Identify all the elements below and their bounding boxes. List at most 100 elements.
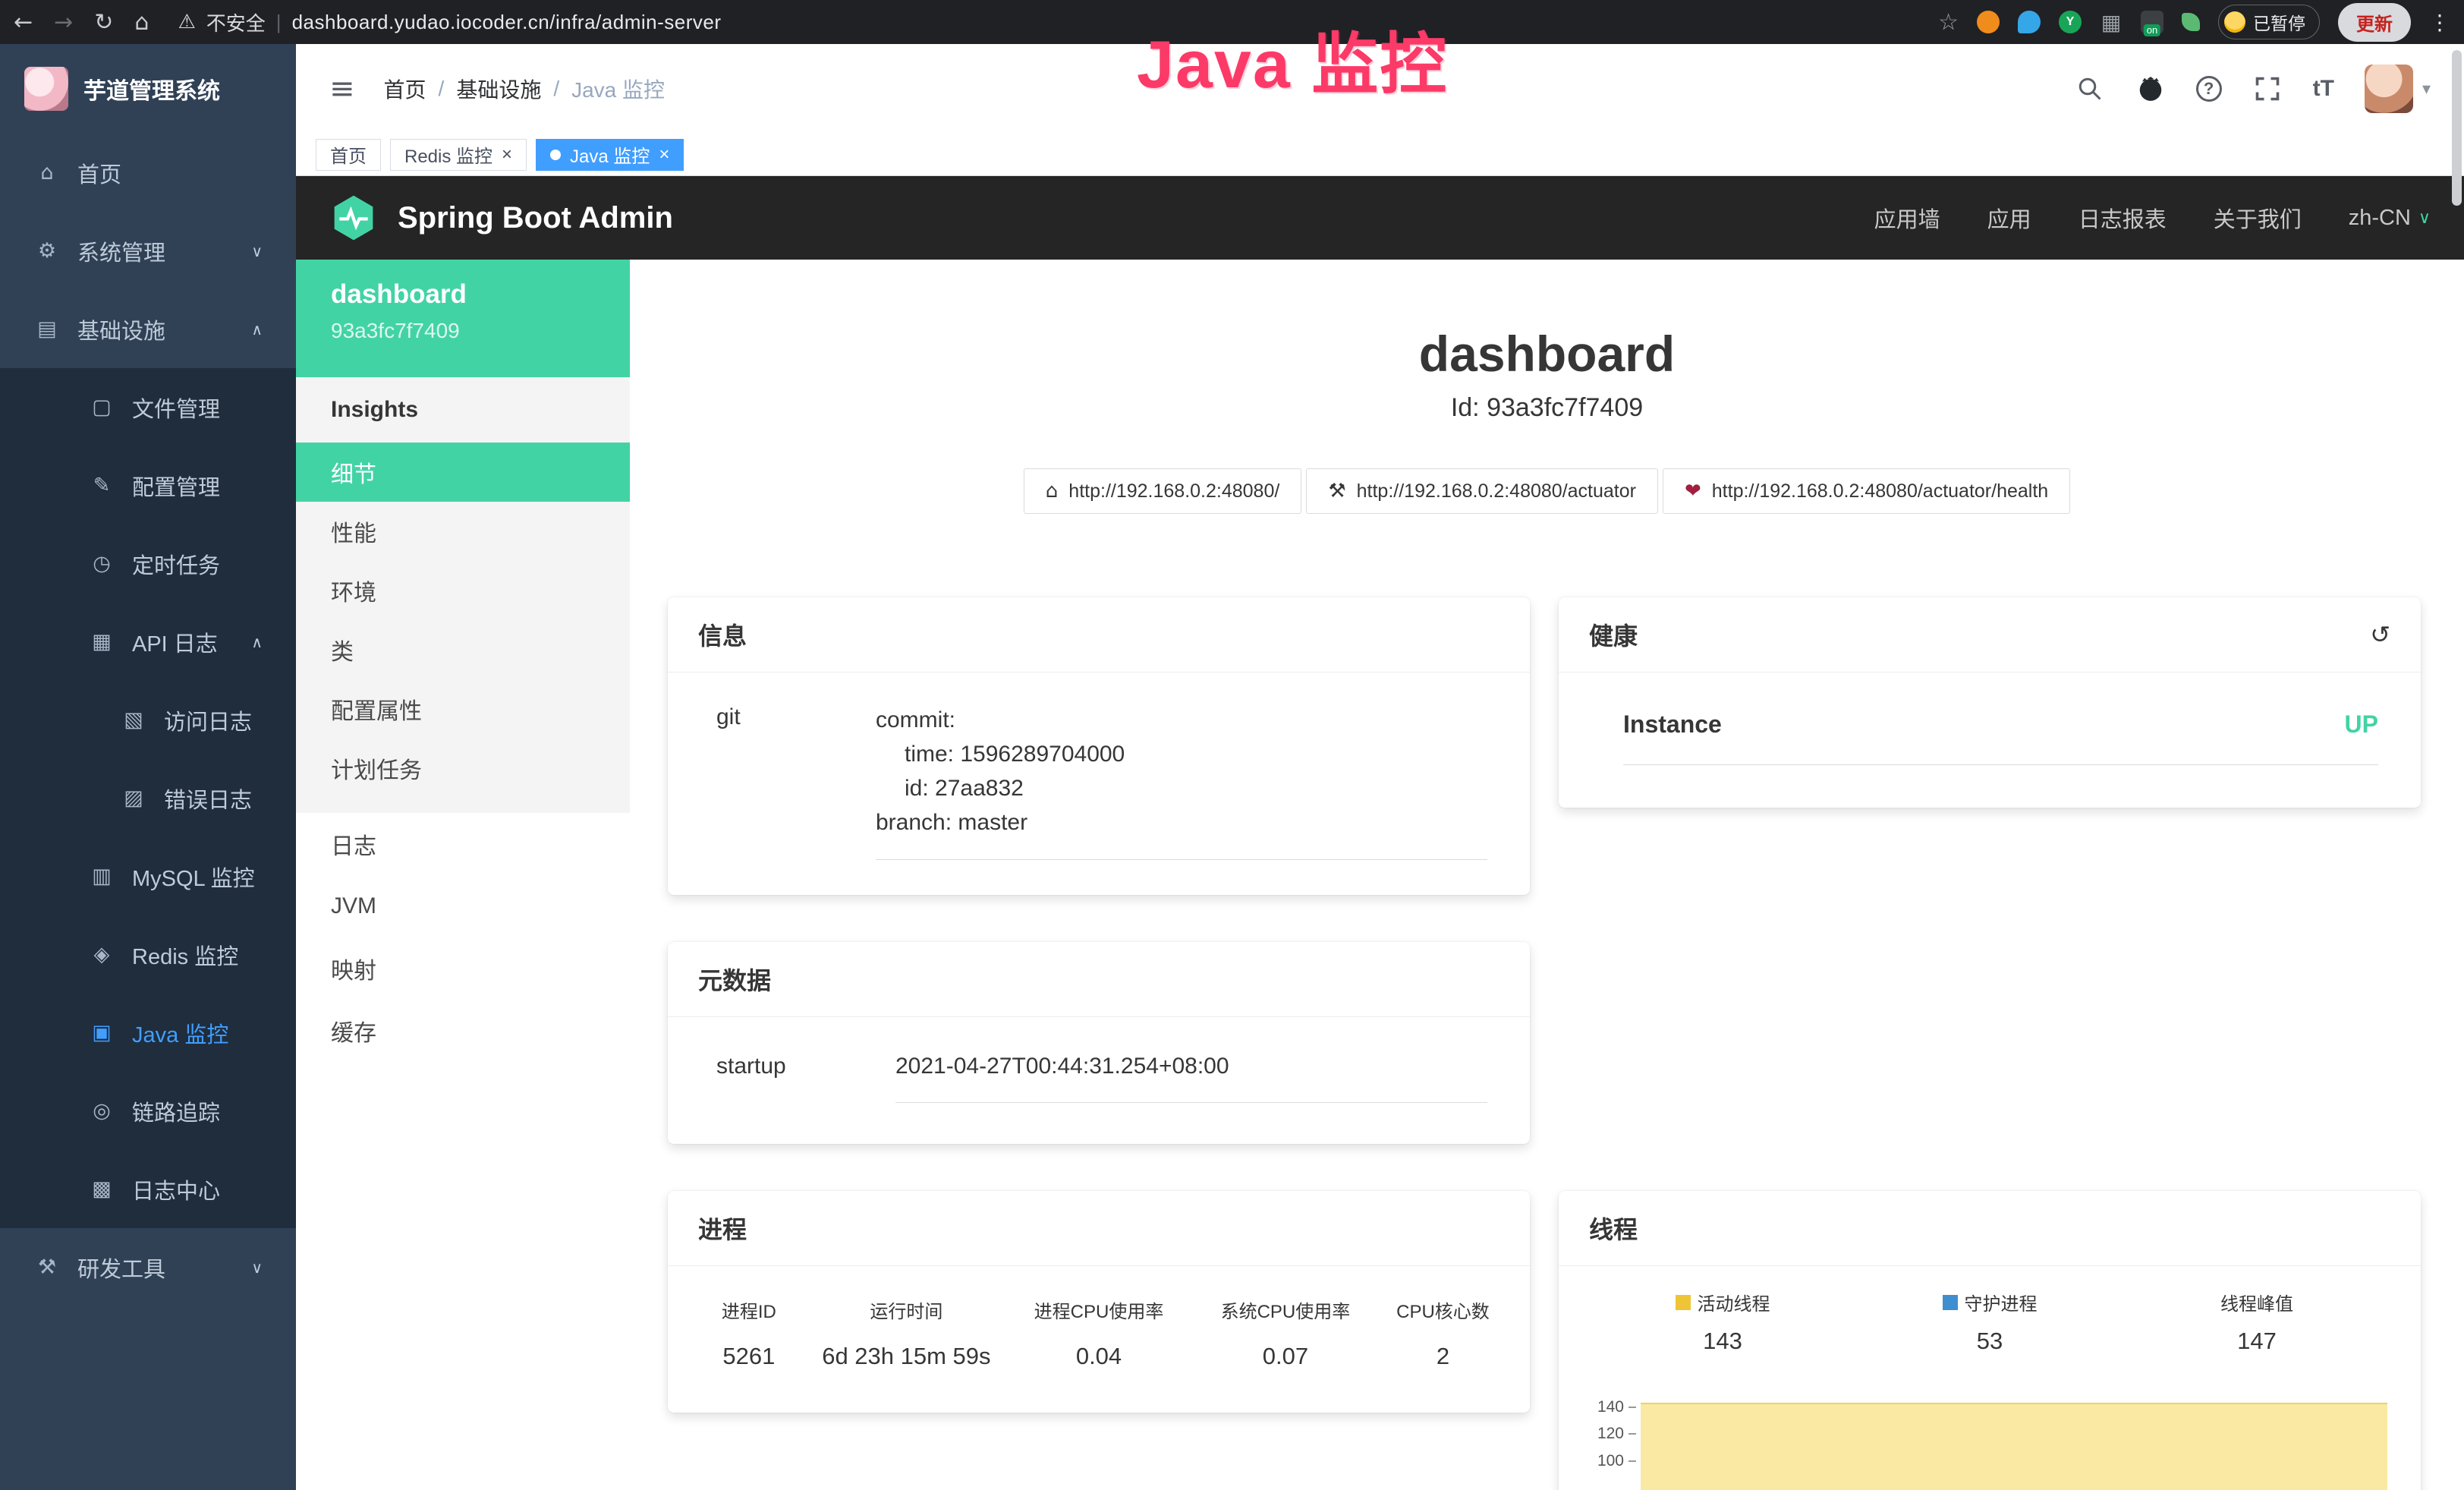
forward-icon[interactable]: → — [54, 9, 73, 36]
scrollbar-thumb[interactable] — [2452, 50, 2462, 206]
sidebar-menu: ⌂ 首页 ⚙ 系统管理 ∨ ▤ 基础设施 ∧ ▢ 文件管理 ✎ 配置管理 ◷ 定… — [0, 134, 296, 1306]
log-center-icon: ▩ — [88, 1177, 115, 1201]
legend-label: 守护进程 — [1965, 1289, 2038, 1315]
tab-home[interactable]: 首页 — [316, 139, 381, 171]
instance-header[interactable]: dashboard 93a3fc7f7409 — [296, 260, 630, 377]
sidebar-item-label: 系统管理 — [77, 235, 165, 267]
sba-sidebar: dashboard 93a3fc7f7409 Insights 细节 性能 环境… — [296, 260, 630, 1490]
health-url-link[interactable]: ❤ http://192.168.0.2:48080/actuator/heal… — [1663, 468, 2070, 514]
extension-icon-fox[interactable] — [1977, 11, 2000, 33]
sba-nav: 应用墙 应用 日志报表 关于我们 zh-CN ∨ — [1874, 202, 2431, 234]
close-icon[interactable]: × — [659, 144, 669, 165]
security-label[interactable]: 不安全 — [206, 8, 266, 36]
sidebar-item-file-management[interactable]: ▢ 文件管理 — [0, 368, 296, 446]
sidebar-item-system[interactable]: ⚙ 系统管理 ∨ — [0, 212, 296, 290]
search-icon[interactable] — [2075, 74, 2105, 104]
infrastructure-icon: ▤ — [33, 317, 61, 341]
chrome-update-button[interactable]: 更新 — [2338, 3, 2411, 42]
health-card-title: 健康 — [1589, 617, 1638, 652]
extension-icon-drop[interactable] — [2018, 11, 2041, 33]
back-icon[interactable]: ← — [14, 9, 33, 36]
sidebar-item-devtools[interactable]: ⚒ 研发工具 ∨ — [0, 1228, 296, 1306]
sidebar-item-api-log[interactable]: ▦ API 日志 ∧ — [0, 603, 296, 681]
history-icon[interactable]: ↺ — [2370, 620, 2390, 649]
instance-links: ⌂ http://192.168.0.2:48080/ ⚒ http://192… — [630, 468, 2464, 514]
url-text[interactable]: dashboard.yudao.iocoder.cn/infra/admin-s… — [292, 11, 722, 34]
tags-view-bar: 首页 Redis 监控 × Java 监控 × — [296, 134, 2464, 176]
health-instance-row: Instance UP — [1623, 710, 2378, 765]
sidebar-item-java-monitor[interactable]: ▣ Java 监控 — [0, 994, 296, 1072]
health-url-text: http://192.168.0.2:48080/actuator/health — [1712, 480, 2048, 502]
sidebar-item-infrastructure[interactable]: ▤ 基础设施 ∧ — [0, 290, 296, 368]
tab-label: Redis 监控 — [404, 141, 492, 168]
sidebar-item-access-log[interactable]: ▧ 访问日志 — [0, 681, 296, 759]
sidebar-item-mysql-monitor[interactable]: ▥ MySQL 监控 — [0, 837, 296, 915]
sba-item-scheduled-tasks[interactable]: 计划任务 — [296, 739, 630, 798]
process-header: 进程ID — [691, 1296, 807, 1323]
browser-home-icon[interactable]: ⌂ — [134, 9, 149, 36]
legend-live-threads: 活动线程 143 — [1589, 1289, 1856, 1355]
sidebar-item-config-management[interactable]: ✎ 配置管理 — [0, 446, 296, 524]
home-icon: ⌂ — [1046, 480, 1059, 502]
service-url-link[interactable]: ⌂ http://192.168.0.2:48080/ — [1024, 468, 1302, 514]
avatar — [2365, 65, 2413, 113]
sba-item-config-props[interactable]: 配置属性 — [296, 679, 630, 739]
chrome-menu-icon[interactable]: ⋮ — [2429, 10, 2450, 35]
locale-selector[interactable]: zh-CN ∨ — [2349, 206, 2431, 231]
sba-nav-applications[interactable]: 应用 — [1987, 202, 2031, 234]
sidebar-item-redis-monitor[interactable]: ◈ Redis 监控 — [0, 915, 296, 994]
help-icon[interactable]: ? — [2196, 76, 2222, 102]
process-header: 系统CPU使用率 — [1192, 1296, 1379, 1323]
sba-item-logs[interactable]: 日志 — [296, 813, 630, 875]
sidebar-item-label: 错误日志 — [164, 783, 252, 814]
github-icon[interactable] — [2135, 74, 2166, 104]
sba-item-mappings[interactable]: 映射 — [296, 937, 630, 1000]
sba-item-metrics[interactable]: 性能 — [296, 502, 630, 561]
extension-icon-switch[interactable]: on — [2141, 11, 2163, 33]
sidebar-item-tracing[interactable]: ◎ 链路追踪 — [0, 1072, 296, 1150]
live-threads-area — [1641, 1403, 2387, 1490]
sba-item-details[interactable]: 细节 — [296, 443, 630, 502]
insights-section: Insights 细节 性能 环境 类 配置属性 计划任务 — [296, 377, 630, 813]
sba-item-caches[interactable]: 缓存 — [296, 1000, 630, 1062]
sba-item-classes[interactable]: 类 — [296, 620, 630, 679]
legend-label: 线程峰值 — [2220, 1289, 2293, 1315]
sidebar-item-error-log[interactable]: ▨ 错误日志 — [0, 759, 296, 837]
ytick-mark — [1629, 1460, 1636, 1462]
extension-icon-leaf[interactable] — [2182, 13, 2200, 31]
page-title: dashboard — [630, 325, 2464, 383]
sba-nav-journal[interactable]: 日志报表 — [2079, 202, 2167, 234]
extension-icon-grid[interactable]: ▦ — [2100, 11, 2123, 33]
sidebar-item-log-center[interactable]: ▩ 日志中心 — [0, 1150, 296, 1228]
sba-nav-about[interactable]: 关于我们 — [2214, 202, 2302, 234]
legend-value: 147 — [2237, 1328, 2277, 1355]
sba-item-environment[interactable]: 环境 — [296, 561, 630, 620]
actuator-url-link[interactable]: ⚒ http://192.168.0.2:48080/actuator — [1306, 468, 1658, 514]
sba-item-jvm[interactable]: JVM — [296, 875, 630, 937]
fullscreen-icon[interactable] — [2252, 74, 2283, 104]
extension-icon-y[interactable]: Y — [2059, 11, 2082, 33]
close-icon[interactable]: × — [502, 144, 512, 165]
sba-nav-wallboard[interactable]: 应用墙 — [1874, 202, 1940, 234]
breadcrumb-separator: / — [439, 77, 445, 101]
address-bar[interactable]: ⚠ 不安全 | dashboard.yudao.iocoder.cn/infra… — [178, 8, 721, 36]
sidebar-collapse-icon[interactable]: ≡ — [329, 71, 355, 106]
user-menu[interactable]: ▾ — [2365, 65, 2431, 113]
process-cpu: 0.04 — [1005, 1343, 1192, 1370]
devtools-icon: ⚒ — [33, 1255, 61, 1279]
tab-java-monitor[interactable]: Java 监控 × — [536, 139, 684, 171]
reload-icon[interactable]: ↻ — [94, 9, 113, 36]
config-icon: ✎ — [88, 474, 115, 497]
sidebar-item-scheduled-tasks[interactable]: ◷ 定时任务 — [0, 524, 296, 603]
breadcrumb-infrastructure[interactable]: 基础设施 — [456, 74, 541, 104]
browser-profile-button[interactable]: 已暂停 — [2218, 5, 2320, 39]
font-size-icon[interactable]: tT — [2313, 76, 2334, 102]
app-logo-row[interactable]: 芋道管理系统 — [0, 44, 296, 134]
sba-brand-title[interactable]: Spring Boot Admin — [398, 201, 673, 235]
bookmark-star-icon[interactable]: ☆ — [1938, 9, 1959, 36]
tab-redis-monitor[interactable]: Redis 监控 × — [390, 139, 527, 171]
cpu-cores: 2 — [1379, 1343, 1507, 1370]
breadcrumb-current: Java 监控 — [571, 74, 665, 104]
sidebar-item-home[interactable]: ⌂ 首页 — [0, 134, 296, 212]
breadcrumb-home[interactable]: 首页 — [384, 74, 426, 104]
